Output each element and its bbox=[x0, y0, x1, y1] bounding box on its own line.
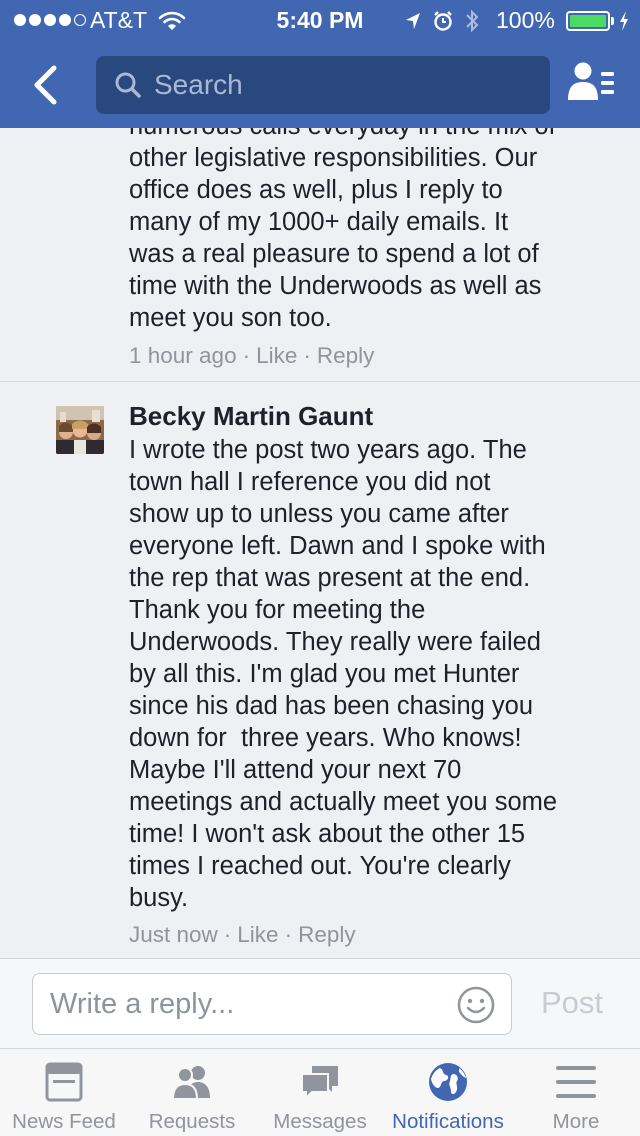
charging-bolt-icon bbox=[620, 11, 628, 31]
comment-line: other legislative responsibilities. Our bbox=[129, 144, 538, 172]
tab-requests[interactable]: Requests bbox=[128, 1049, 256, 1136]
location-arrow-icon bbox=[406, 13, 420, 29]
like-link[interactable]: Like bbox=[256, 343, 297, 368]
comment-line: show up to unless you came after bbox=[129, 500, 509, 528]
reply-link[interactable]: Reply bbox=[298, 922, 356, 947]
comments-list[interactable]: numerous calls everyday in the mix of ot… bbox=[0, 128, 640, 958]
comment-line: Underwoods. They really were failed bbox=[129, 628, 541, 656]
comment-line: Thank you for meeting the bbox=[129, 596, 426, 624]
comment-meta: 1 hour ago · Like · Reply bbox=[129, 343, 374, 369]
search-icon bbox=[115, 72, 141, 98]
post-button[interactable]: Post bbox=[541, 985, 603, 1021]
comment-line: busy. bbox=[129, 884, 189, 912]
tab-label: More bbox=[552, 1110, 600, 1133]
comment-timestamp: 1 hour ago bbox=[129, 343, 237, 368]
tab-label: Notifications bbox=[392, 1110, 504, 1133]
comment-line: time! I won't ask about the other 15 bbox=[129, 820, 526, 848]
meta-separator: · bbox=[303, 343, 311, 368]
comment-line: I wrote the post two years ago. The bbox=[129, 436, 527, 464]
comment-line: office does as well, plus I reply to bbox=[129, 176, 503, 204]
status-icons bbox=[404, 8, 480, 34]
comment-body: I wrote the post two years ago. The town… bbox=[129, 434, 629, 914]
tab-label: Messages bbox=[273, 1110, 367, 1133]
messages-icon bbox=[301, 1066, 338, 1101]
screen: AT&T 5:40 PM 100% Search other legislati… bbox=[0, 0, 640, 1136]
battery-percent: 100% bbox=[496, 7, 555, 33]
chevron-left-icon bbox=[34, 65, 57, 105]
search-input[interactable]: Search bbox=[96, 56, 550, 114]
tab-messages[interactable]: Messages bbox=[256, 1049, 384, 1136]
comment-line: was a real pleasure to spend a lot of bbox=[129, 240, 539, 268]
bluetooth-icon bbox=[466, 9, 479, 33]
comment-line: down for three years. Who knows! bbox=[129, 724, 522, 752]
comment-partial-line-clip: numerous calls everyday in the mix of bbox=[129, 128, 629, 142]
battery-nub bbox=[611, 17, 614, 25]
comment-line: town hall I reference you did not bbox=[129, 468, 491, 496]
tab-notifications[interactable]: Notifications bbox=[384, 1049, 512, 1136]
tab-bar: News Feed Requests Messages Notification… bbox=[0, 1048, 640, 1136]
avatar[interactable] bbox=[56, 406, 104, 454]
tab-news-feed[interactable]: News Feed bbox=[0, 1049, 128, 1136]
comment-meta: Just now · Like · Reply bbox=[129, 922, 356, 948]
emoji-icon[interactable] bbox=[456, 985, 496, 1025]
search-placeholder: Search bbox=[154, 69, 243, 100]
meta-separator: · bbox=[223, 922, 232, 947]
reply-placeholder: Write a reply... bbox=[50, 988, 235, 1020]
reply-composer: Write a reply... Post bbox=[0, 958, 640, 1048]
globe-icon bbox=[429, 1063, 467, 1101]
comment-line: meetings and actually meet you some bbox=[129, 788, 558, 816]
comment-divider bbox=[0, 381, 640, 382]
avatar-photo bbox=[56, 406, 104, 454]
tab-more[interactable]: More bbox=[512, 1049, 640, 1136]
battery-icon bbox=[566, 11, 610, 31]
menu-icon bbox=[556, 1066, 596, 1098]
comment-line: Maybe I'll attend your next 70 bbox=[129, 756, 462, 784]
news-feed-icon bbox=[45, 1062, 83, 1102]
meta-separator: · bbox=[284, 922, 293, 947]
friend-list-button[interactable] bbox=[566, 60, 618, 106]
tab-label: News Feed bbox=[12, 1110, 116, 1133]
comment-line: times I reached out. You're clearly bbox=[129, 852, 511, 880]
comment-line: the rep that was present at the end. bbox=[129, 564, 531, 592]
comment-body: other legislative responsibilities. Our … bbox=[129, 142, 629, 334]
header: AT&T 5:40 PM 100% Search bbox=[0, 0, 640, 128]
friend-requests-icon bbox=[171, 1066, 210, 1100]
comment-timestamp: Just now bbox=[129, 922, 218, 947]
reply-link[interactable]: Reply bbox=[317, 343, 375, 368]
comment-line: many of my 1000+ daily emails. It bbox=[129, 208, 509, 236]
tab-label: Requests bbox=[148, 1110, 236, 1133]
comment-line: everyone left. Dawn and I spoke with bbox=[129, 532, 546, 560]
reply-input[interactable]: Write a reply... bbox=[32, 973, 512, 1035]
like-link[interactable]: Like bbox=[237, 922, 278, 947]
comment-line: by all this. I'm glad you met Hunter bbox=[129, 660, 520, 688]
comment-author[interactable]: Becky Martin Gaunt bbox=[129, 401, 373, 432]
friend-list-icon bbox=[568, 62, 614, 100]
status-bar: AT&T 5:40 PM 100% bbox=[0, 0, 640, 40]
comment-line: since his dad has been chasing you bbox=[129, 692, 534, 720]
comment-partial-line: numerous calls everyday in the mix of bbox=[129, 128, 629, 142]
comment-line: meet you son too. bbox=[129, 304, 332, 332]
alarm-icon bbox=[434, 11, 452, 31]
back-button[interactable] bbox=[28, 60, 68, 110]
comment-line: time with the Underwoods as well as bbox=[129, 272, 542, 300]
meta-separator: · bbox=[242, 343, 251, 368]
